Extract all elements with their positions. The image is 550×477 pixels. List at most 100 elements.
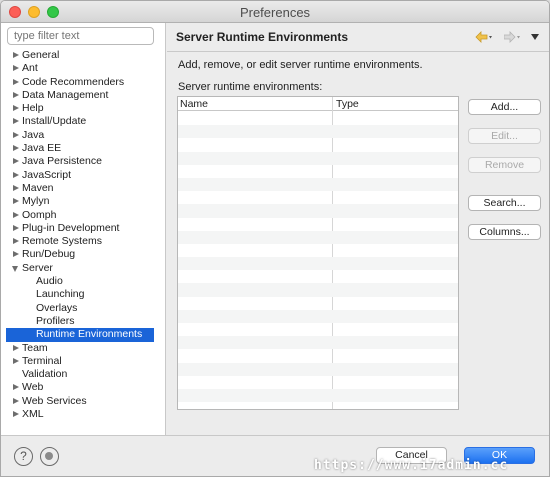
tree-item[interactable]: Run/Debug	[1, 248, 165, 261]
tree-item-label: Oomph	[22, 208, 57, 221]
tree-item-label: Server	[22, 261, 53, 274]
tree-item[interactable]: Launching	[1, 288, 165, 301]
tree-item[interactable]: Server	[1, 262, 165, 275]
column-header-type[interactable]: Type	[336, 98, 359, 110]
forward-arrow-icon[interactable]	[504, 31, 522, 43]
column-header-name[interactable]: Name	[180, 98, 208, 110]
collapsed-arrow-icon[interactable]	[13, 344, 19, 351]
collapsed-arrow-icon[interactable]	[13, 397, 19, 404]
remove-button[interactable]: Remove	[468, 157, 541, 173]
collapsed-arrow-icon[interactable]	[13, 211, 19, 218]
table-row[interactable]	[178, 138, 458, 151]
table-row[interactable]	[178, 177, 458, 192]
tree-item[interactable]: Ant	[1, 62, 165, 75]
collapsed-arrow-icon[interactable]	[13, 158, 19, 165]
add-button[interactable]: Add...	[468, 99, 541, 115]
table-row[interactable]	[178, 230, 458, 244]
tree-item[interactable]: General	[1, 49, 165, 62]
collapsed-arrow-icon[interactable]	[13, 78, 19, 85]
table-row[interactable]	[178, 191, 458, 204]
tree-item[interactable]: Audio	[1, 275, 165, 288]
preferences-window: Preferences GeneralAntCode RecommendersD…	[0, 0, 550, 477]
tree-item[interactable]: Java Persistence	[1, 155, 165, 168]
tree-item-label: Code Recommenders	[22, 75, 125, 88]
tree-item-label: XML	[22, 408, 44, 421]
tree-item-label: JavaScript	[22, 168, 72, 181]
tree-item[interactable]: Code Recommenders	[1, 76, 165, 89]
tree-item[interactable]: Help	[1, 102, 165, 115]
collapsed-arrow-icon[interactable]	[13, 411, 19, 418]
tree-item-label: Run/Debug	[22, 248, 76, 261]
filter-input[interactable]	[7, 27, 154, 45]
collapsed-arrow-icon[interactable]	[13, 184, 19, 191]
collapsed-arrow-icon[interactable]	[13, 131, 19, 138]
tree-item[interactable]: Web	[1, 381, 165, 394]
table-row[interactable]	[178, 165, 458, 178]
tree-item[interactable]: JavaScript	[1, 169, 165, 182]
tree-item[interactable]: XML	[1, 408, 165, 421]
tree-item-label: Ant	[22, 62, 38, 75]
collapsed-arrow-icon[interactable]	[13, 224, 19, 231]
view-menu-icon[interactable]	[531, 34, 539, 40]
table-row[interactable]	[178, 125, 458, 139]
collapsed-arrow-icon[interactable]	[13, 65, 19, 72]
collapsed-arrow-icon[interactable]	[13, 105, 19, 112]
preferences-sidebar: GeneralAntCode RecommendersData Manageme…	[1, 23, 166, 435]
tree-item-label: Overlays	[36, 301, 78, 314]
collapsed-arrow-icon[interactable]	[13, 118, 19, 125]
tree-item[interactable]: Data Management	[1, 89, 165, 102]
tree-item[interactable]: Profilers	[1, 315, 165, 328]
table-row[interactable]	[178, 270, 458, 283]
tree-item[interactable]: Web Services	[1, 395, 165, 408]
table-row[interactable]	[178, 388, 458, 403]
collapsed-arrow-icon[interactable]	[13, 91, 19, 98]
table-row[interactable]	[178, 151, 458, 165]
table-row[interactable]	[178, 402, 458, 409]
collapsed-arrow-icon[interactable]	[13, 238, 19, 245]
tree-item[interactable]: Java	[1, 129, 165, 142]
tree-item[interactable]: Plug-in Development	[1, 222, 165, 235]
collapsed-arrow-icon[interactable]	[13, 198, 19, 205]
edit-button[interactable]: Edit...	[468, 128, 541, 144]
tree-item-label: Terminal	[22, 354, 62, 367]
help-icon[interactable]: ?	[14, 447, 33, 466]
tree-item-label: Profilers	[36, 314, 75, 327]
tree-item[interactable]: Terminal	[1, 355, 165, 368]
table-row[interactable]	[178, 323, 458, 336]
table-row[interactable]	[178, 336, 458, 350]
table-row[interactable]	[178, 283, 458, 297]
tree-item[interactable]: Runtime Environments	[6, 328, 154, 342]
collapsed-arrow-icon[interactable]	[13, 384, 19, 391]
table-row[interactable]	[178, 244, 458, 257]
table-row[interactable]	[178, 218, 458, 231]
search-button[interactable]: Search...	[468, 195, 541, 211]
table-row[interactable]	[178, 362, 458, 376]
collapsed-arrow-icon[interactable]	[13, 251, 19, 258]
table-row[interactable]	[178, 297, 458, 310]
back-arrow-icon[interactable]	[475, 31, 493, 43]
tree-item[interactable]: Oomph	[1, 209, 165, 222]
tree-item[interactable]: Mylyn	[1, 195, 165, 208]
tree-item[interactable]: Java EE	[1, 142, 165, 155]
collapsed-arrow-icon[interactable]	[13, 52, 19, 58]
tree-item[interactable]: Overlays	[1, 302, 165, 315]
expanded-arrow-icon[interactable]	[12, 265, 18, 272]
table-row[interactable]	[178, 204, 458, 218]
tree-item[interactable]: Install/Update	[1, 115, 165, 128]
tree-item[interactable]: Maven	[1, 182, 165, 195]
table-row[interactable]	[178, 376, 458, 389]
columns-button[interactable]: Columns...	[468, 224, 541, 240]
table-row[interactable]	[178, 257, 458, 271]
table-row[interactable]	[178, 309, 458, 323]
collapsed-arrow-icon[interactable]	[13, 357, 19, 364]
tree-item[interactable]: Team	[1, 342, 165, 355]
tree-item[interactable]: Validation	[1, 368, 165, 381]
table-row[interactable]	[178, 112, 458, 125]
import-export-icon[interactable]	[40, 447, 59, 466]
collapsed-arrow-icon[interactable]	[13, 145, 19, 152]
tree-item-label: Team	[22, 341, 48, 354]
collapsed-arrow-icon[interactable]	[13, 171, 19, 178]
runtime-environments-table[interactable]: Name Type	[177, 96, 459, 410]
tree-item[interactable]: Remote Systems	[1, 235, 165, 248]
table-row[interactable]	[178, 349, 458, 362]
